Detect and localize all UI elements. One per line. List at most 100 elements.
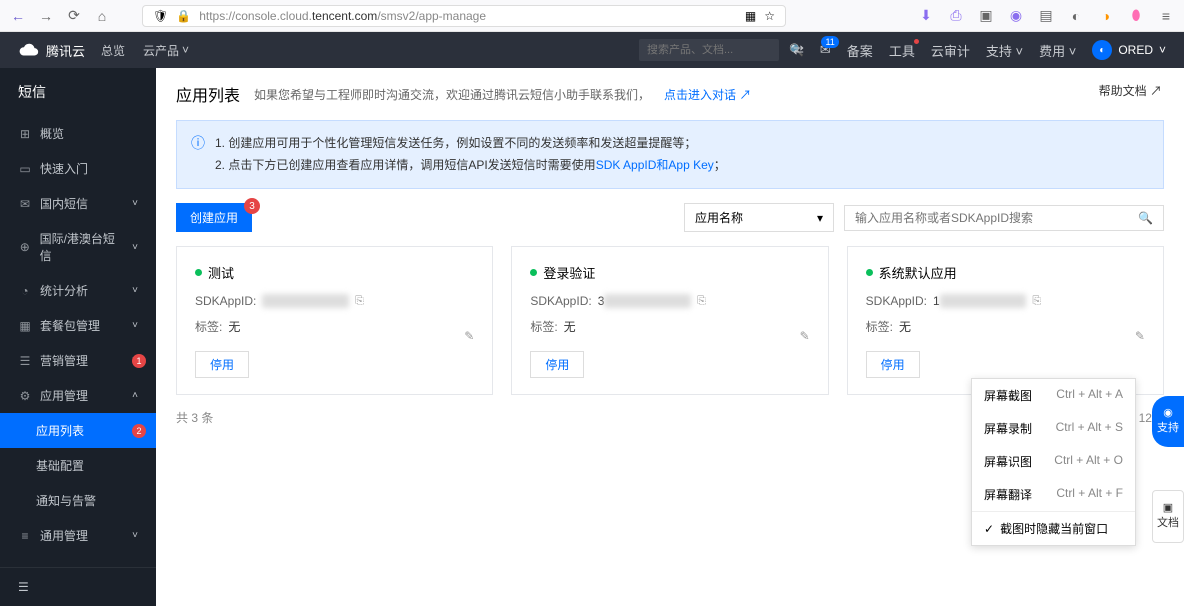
- filter-search[interactable]: 🔍: [844, 205, 1164, 231]
- sidebar-item[interactable]: 基础配置: [0, 448, 156, 483]
- global-search[interactable]: 🔍: [639, 39, 779, 61]
- brand-text: 腾讯云: [46, 41, 85, 60]
- sidebar-label: 营销管理: [40, 352, 88, 369]
- chevron-icon: ˅: [132, 530, 138, 541]
- sidebar-item[interactable]: ▦套餐包管理˅: [0, 308, 156, 343]
- back-icon[interactable]: ←: [10, 8, 26, 24]
- nav-products[interactable]: 云产品 ˅: [143, 42, 189, 59]
- filter-select[interactable]: 应用名称▾: [684, 203, 834, 232]
- info-icon: ⓘ: [191, 133, 205, 176]
- page-subtitle: 如果您希望与工程师即时沟通交流，欢迎通过腾讯云短信小助手联系我们，: [254, 86, 650, 103]
- account-icon[interactable]: ◉: [1008, 8, 1024, 24]
- sidebar-item[interactable]: ⊕国际/港澳台短信˅: [0, 221, 156, 273]
- nav-overview[interactable]: 总览: [101, 42, 125, 59]
- help-doc-link[interactable]: 帮助文档 ↗: [1099, 82, 1162, 99]
- disable-button[interactable]: 停用: [866, 351, 920, 378]
- browser-toolbar: ← → ⟳ ⌂ 🛡 🔒 https://console.cloud.tencen…: [0, 0, 1184, 32]
- shortcut-icon[interactable]: ⇄: [793, 42, 804, 58]
- external-icon: ↗: [739, 88, 751, 102]
- float-doc-button[interactable]: ▣文档: [1152, 490, 1184, 543]
- nav-beian[interactable]: 备案: [847, 41, 873, 60]
- sidebar-item[interactable]: ⚙应用管理˄: [0, 378, 156, 413]
- chevron-down-icon: ˅: [1159, 43, 1166, 57]
- sidebar-item[interactable]: ⊞概览: [0, 116, 156, 151]
- download-icon[interactable]: ⬇: [918, 8, 934, 24]
- sidebar-icon: ⚙: [18, 389, 32, 403]
- mail-icon[interactable]: ✉11: [820, 42, 831, 58]
- sidebar-item[interactable]: ◔统计分析˅: [0, 273, 156, 308]
- status-dot: [195, 269, 202, 276]
- nav-tools[interactable]: 工具: [889, 41, 915, 60]
- sidebar-icon: ✉: [18, 197, 32, 211]
- qr-icon[interactable]: ▦: [745, 9, 756, 23]
- copy-icon[interactable]: ⎘: [355, 295, 364, 308]
- sidebar-icon: ≡: [18, 529, 32, 543]
- star-icon[interactable]: ☆: [764, 9, 775, 23]
- ext2-icon[interactable]: ◐: [1068, 8, 1084, 24]
- addon-icon[interactable]: ▣: [978, 8, 994, 24]
- ctx-item[interactable]: 屏幕截图Ctrl + Alt + A: [972, 379, 1135, 412]
- nav-audit[interactable]: 云审计: [931, 41, 970, 60]
- edit-icon[interactable]: ✎: [464, 329, 474, 343]
- user-menu[interactable]: ◐ ORED ˅: [1092, 40, 1166, 60]
- create-app-button[interactable]: 创建应用 3: [176, 203, 252, 232]
- disable-button[interactable]: 停用: [530, 351, 584, 378]
- disable-button[interactable]: 停用: [195, 351, 249, 378]
- sidebar-item[interactable]: ☰营销管理˅1: [0, 343, 156, 378]
- forward-icon[interactable]: →: [38, 8, 54, 24]
- url-text: https://console.cloud.tencent.com/smsv2/…: [199, 9, 486, 23]
- chat-link[interactable]: 点击进入对话 ↗: [664, 86, 751, 103]
- sidebar-item[interactable]: ≡ 通用管理 ˅: [0, 518, 156, 553]
- nav-cost[interactable]: 费用 ˅: [1039, 41, 1076, 60]
- filter-input[interactable]: [855, 211, 1138, 225]
- sidebar: 短信 ⊞概览▭快速入门✉国内短信˅⊕国际/港澳台短信˅◔统计分析˅▦套餐包管理˅…: [0, 68, 156, 606]
- sidebar-item[interactable]: 通知与告警: [0, 483, 156, 518]
- menu-icon[interactable]: ≡: [1158, 8, 1174, 24]
- sidebar-label: 国际/港澳台短信: [40, 230, 125, 264]
- chevron-down-icon: ▾: [817, 211, 823, 225]
- library-icon[interactable]: ⎙: [948, 8, 964, 24]
- sidebar-label: 通知与告警: [36, 492, 96, 509]
- chevron-icon: ˄: [132, 390, 138, 401]
- tag-row: 标签:无: [866, 318, 1145, 335]
- copy-icon[interactable]: ⎘: [1032, 295, 1041, 308]
- card-title: 登录验证: [530, 263, 809, 282]
- ctx-item[interactable]: 屏幕录制Ctrl + Alt + S: [972, 412, 1135, 445]
- nav-support[interactable]: 支持 ˅: [986, 41, 1023, 60]
- url-bar[interactable]: 🛡 🔒 https://console.cloud.tencent.com/sm…: [142, 5, 786, 27]
- brand-logo[interactable]: 腾讯云: [18, 39, 85, 61]
- sidebar-icon: ▦: [18, 319, 32, 333]
- sidebar-label: 基础配置: [36, 457, 84, 474]
- sidebar-icon: ☰: [18, 354, 32, 368]
- sidebar-label: 通用管理: [40, 527, 88, 544]
- sidebar-item[interactable]: 应用列表2: [0, 413, 156, 448]
- ext1-icon[interactable]: ▤: [1038, 8, 1054, 24]
- pagesize[interactable]: 12: [1139, 411, 1152, 425]
- sidebar-item[interactable]: ✉国内短信˅: [0, 186, 156, 221]
- notice-line2: 2. 点击下方已创建应用查看应用详情，调用短信API发送短信时需要使用SDK A…: [215, 155, 726, 177]
- ext3-icon[interactable]: ◑: [1098, 8, 1114, 24]
- search-input[interactable]: [647, 44, 789, 56]
- reload-icon[interactable]: ⟳: [66, 8, 82, 24]
- float-support-button[interactable]: ◉支持: [1152, 396, 1184, 447]
- username: ORED: [1118, 43, 1153, 57]
- check-icon: ✓: [984, 522, 994, 536]
- chevron-icon: ˅: [132, 198, 138, 209]
- avatar: ◐: [1092, 40, 1112, 60]
- sidebar-item[interactable]: ▭快速入门: [0, 151, 156, 186]
- sidebar-collapse[interactable]: ☰: [0, 567, 156, 606]
- ctx-item[interactable]: 屏幕翻译Ctrl + Alt + F: [972, 478, 1135, 511]
- info-notice: ⓘ 1. 创建应用可用于个性化管理短信发送任务，例如设置不同的发送频率和发送超量…: [176, 120, 1164, 189]
- ext4-icon[interactable]: ⬮: [1128, 8, 1144, 24]
- ctx-checkbox[interactable]: ✓截图时隐藏当前窗口: [972, 511, 1135, 545]
- tag-row: 标签:无: [195, 318, 474, 335]
- copy-icon[interactable]: ⎘: [697, 295, 706, 308]
- cloud-icon: [18, 39, 40, 61]
- sidebar-label: 快速入门: [40, 160, 88, 177]
- ctx-item[interactable]: 屏幕识图Ctrl + Alt + O: [972, 445, 1135, 478]
- edit-icon[interactable]: ✎: [1135, 329, 1145, 343]
- sdk-row: SDKAppID:10000000⎘: [866, 294, 1145, 308]
- search-icon[interactable]: 🔍: [1138, 211, 1153, 225]
- home-icon[interactable]: ⌂: [94, 8, 110, 24]
- edit-icon[interactable]: ✎: [800, 329, 810, 343]
